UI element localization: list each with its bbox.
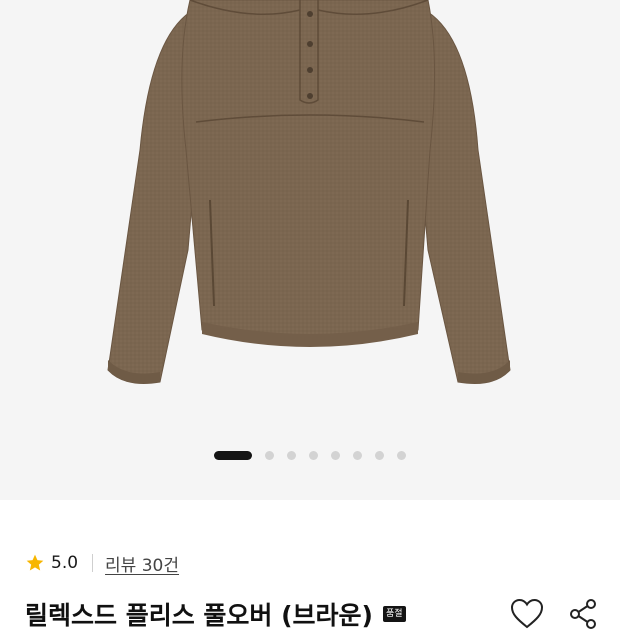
rating-value: 5.0 (51, 553, 79, 573)
pagination-dot[interactable] (309, 451, 318, 460)
pagination-dot-active[interactable] (214, 451, 252, 460)
product-image (107, 0, 511, 384)
rating-row: 5.0 리뷰 30건 (25, 549, 179, 577)
star-icon (26, 554, 44, 571)
carousel-pagination (0, 451, 620, 460)
product-title-row: 릴렉스드 플리스 풀오버 (브라운) 품절 (25, 594, 596, 634)
share-icon[interactable] (563, 596, 603, 632)
pagination-dot[interactable] (287, 451, 296, 460)
pagination-dot[interactable] (375, 451, 384, 460)
pagination-dot[interactable] (397, 451, 406, 460)
pagination-dot[interactable] (331, 451, 340, 460)
pagination-dot[interactable] (265, 451, 274, 460)
product-title: 릴렉스드 플리스 풀오버 (브라운) (25, 601, 373, 630)
heart-icon[interactable] (507, 596, 547, 632)
divider (92, 554, 94, 572)
review-count-link[interactable]: 리뷰 30건 (105, 551, 179, 576)
pagination-dot[interactable] (353, 451, 362, 460)
product-image-gallery[interactable] (0, 0, 620, 500)
